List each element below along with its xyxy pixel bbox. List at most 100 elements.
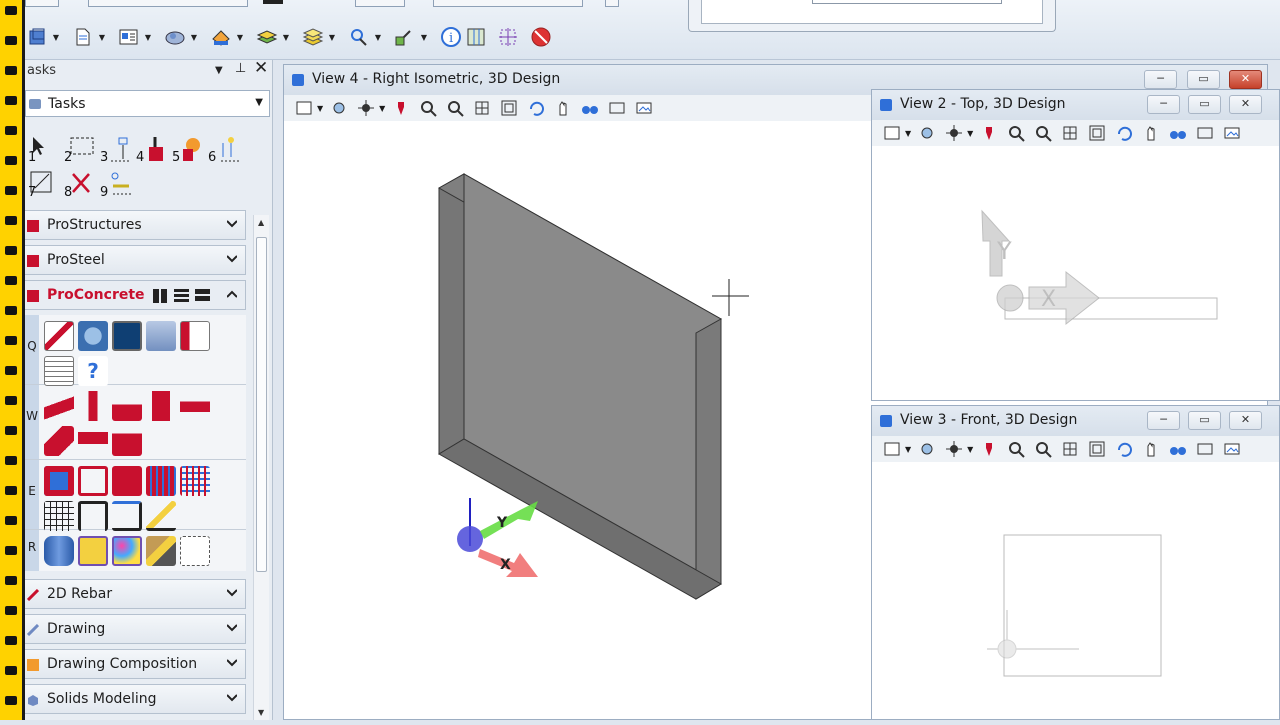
view-frame-icon[interactable] [1195, 124, 1215, 142]
edit-icon[interactable] [78, 536, 108, 566]
paint-icon[interactable] [391, 99, 411, 117]
pan-icon[interactable] [1141, 440, 1161, 458]
fit-icon[interactable] [472, 99, 492, 117]
maximize-button[interactable]: ▭ [1188, 95, 1221, 114]
view-icon[interactable] [25, 25, 49, 49]
pin-icon[interactable]: ⊥ [235, 61, 246, 76]
move-tool[interactable]: 3 [99, 135, 133, 165]
section-prostructures[interactable]: ProStructures [25, 210, 246, 240]
brush-icon[interactable] [146, 536, 176, 566]
list-tool-icon[interactable] [44, 356, 74, 386]
image-icon[interactable] [1222, 124, 1242, 142]
dropdown-icon[interactable]: ▼ [905, 129, 911, 138]
layout-dropdown-icon[interactable]: ▼ [143, 33, 153, 42]
tab-stub-5[interactable] [433, 0, 583, 7]
special-shape-icon[interactable] [112, 426, 142, 456]
target-icon[interactable] [497, 25, 521, 49]
footing-icon[interactable] [112, 391, 142, 421]
tab-stub-2[interactable] [88, 0, 248, 7]
gear-tool-icon[interactable] [78, 321, 108, 351]
grid-view-icon[interactable] [153, 289, 168, 303]
rebar-beam-icon[interactable] [112, 466, 142, 496]
paint-icon[interactable] [979, 440, 999, 458]
fit-icon[interactable] [1060, 124, 1080, 142]
attribute-icon[interactable] [917, 440, 937, 458]
fence-tool[interactable]: 2 [63, 135, 97, 165]
file-dropdown-icon[interactable]: ▼ [97, 33, 107, 42]
grid-rebar-icon[interactable] [44, 501, 74, 531]
display-icon[interactable] [882, 440, 902, 458]
task-panel-scrollbar[interactable]: ▲ ▼ [253, 215, 269, 720]
delete-tool[interactable]: 8 [63, 170, 97, 200]
pan-icon[interactable] [1141, 124, 1161, 142]
no-entry-icon[interactable] [529, 25, 553, 49]
section-proconcrete[interactable]: ProConcrete [25, 280, 246, 310]
dropdown-icon[interactable]: ▼ [967, 129, 973, 138]
section-solids-modeling[interactable]: Solids Modeling [25, 684, 246, 714]
slab-icon[interactable] [180, 391, 210, 421]
zoom-out-icon[interactable] [1033, 124, 1053, 142]
stack-icon[interactable] [301, 25, 325, 49]
dropdown-icon[interactable]: ▼ [967, 445, 973, 454]
fit-icon[interactable] [1060, 440, 1080, 458]
search-icon[interactable] [347, 25, 371, 49]
palette-icon[interactable] [112, 536, 142, 566]
dropdown-icon[interactable]: ▼ [379, 104, 385, 113]
image-icon[interactable] [1222, 440, 1242, 458]
section-drawing[interactable]: Drawing [25, 614, 246, 644]
scale-tool[interactable]: 7 [27, 170, 61, 200]
pan-icon[interactable] [553, 99, 573, 117]
stack-dropdown-icon[interactable]: ▼ [327, 33, 337, 42]
minimize-button[interactable]: ─ [1147, 95, 1180, 114]
rotate-icon[interactable] [1114, 440, 1134, 458]
zoom-out-icon[interactable] [445, 99, 465, 117]
view-frame-icon[interactable] [1195, 440, 1215, 458]
view-2-canvas[interactable]: Y X [872, 146, 1279, 400]
detail-view-icon[interactable] [195, 289, 210, 303]
paint-icon[interactable] [979, 124, 999, 142]
help-icon[interactable]: ? [78, 356, 108, 386]
scroll-thumb[interactable] [256, 237, 267, 572]
edit-bar-icon[interactable] [146, 501, 176, 531]
dialog-field[interactable] [812, 0, 1002, 4]
display-icon[interactable] [882, 124, 902, 142]
measure-tool[interactable]: 9 [99, 170, 133, 200]
rebar-mesh-icon[interactable] [180, 466, 210, 496]
paint-tool[interactable]: 4 [135, 135, 169, 165]
window-icon[interactable] [499, 99, 519, 117]
shape-icon[interactable] [78, 426, 108, 456]
measure-dropdown-icon[interactable]: ▼ [419, 33, 429, 42]
cloud-dropdown-icon[interactable]: ▼ [189, 33, 199, 42]
zoom-out-icon[interactable] [1033, 440, 1053, 458]
close-button[interactable]: ✕ [1229, 95, 1262, 114]
dropdown-icon[interactable]: ▼ [317, 104, 323, 113]
cloud-icon[interactable] [163, 25, 187, 49]
file-icon[interactable] [71, 25, 95, 49]
element-selection-tool[interactable]: 1 [27, 135, 61, 165]
beam-icon[interactable] [44, 391, 74, 421]
maximize-button[interactable]: ▭ [1188, 411, 1221, 430]
zoom-in-icon[interactable] [1006, 124, 1026, 142]
measure-icon[interactable] [393, 25, 417, 49]
view-dropdown-icon[interactable]: ▼ [51, 33, 61, 42]
glasses-icon[interactable] [1168, 124, 1188, 142]
tab-stub-1[interactable] [25, 0, 59, 7]
minimize-button[interactable]: ─ [1144, 70, 1177, 89]
fill-dropdown-icon[interactable]: ▼ [235, 33, 245, 42]
zoom-in-icon[interactable] [1006, 440, 1026, 458]
info-icon[interactable]: i [439, 25, 463, 49]
dropdown-icon[interactable]: ▼ [905, 445, 911, 454]
task-selector[interactable]: Tasks ▼ [25, 90, 270, 117]
attribute-icon[interactable] [329, 99, 349, 117]
glasses-icon[interactable] [580, 99, 600, 117]
layers-icon[interactable] [255, 25, 279, 49]
chart-tool-icon[interactable] [44, 321, 74, 351]
close-icon[interactable]: ✕ [254, 58, 268, 78]
cylinder-icon[interactable] [44, 536, 74, 566]
display-icon[interactable] [294, 99, 314, 117]
section-2d-rebar[interactable]: 2D Rebar [25, 579, 246, 609]
wall-icon[interactable] [146, 391, 176, 421]
render-icon[interactable] [944, 124, 964, 142]
image-icon[interactable] [634, 99, 654, 117]
layout-icon[interactable] [117, 25, 141, 49]
